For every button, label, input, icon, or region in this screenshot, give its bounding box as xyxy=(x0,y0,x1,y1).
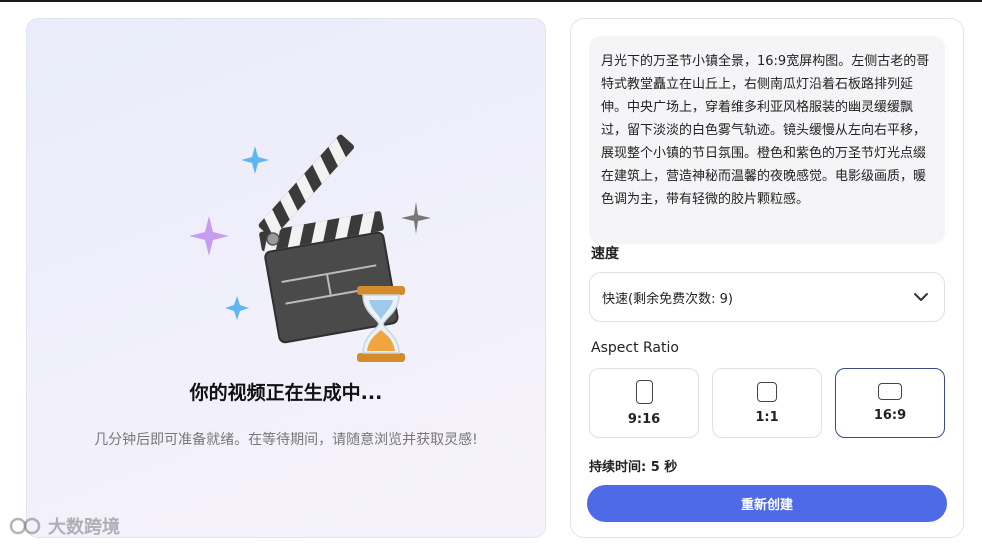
speed-selected-value: 快速(剩余免费次数: 9) xyxy=(602,291,733,307)
chevron-down-icon xyxy=(914,293,928,301)
recreate-button[interactable]: 重新创建 xyxy=(587,485,947,522)
landscape-ratio-icon xyxy=(878,383,902,400)
aspect-ratio-label: Aspect Ratio xyxy=(591,340,679,356)
watermark-logo-icon xyxy=(9,517,41,535)
generating-status-title: 你的视频正在生成中... xyxy=(189,382,383,404)
watermark: 大数跨境 xyxy=(8,513,120,539)
video-settings-panel: 月光下的万圣节小镇全景，16:9宽屏构图。左侧古老的哥特式教堂矗立在山丘上，右侧… xyxy=(570,18,964,538)
speed-label: 速度 xyxy=(591,246,619,262)
prompt-text: 月光下的万圣节小镇全景，16:9宽屏构图。左侧古老的哥特式教堂矗立在山丘上，右侧… xyxy=(601,54,930,207)
generating-status-subtitle: 几分钟后即可准备就绪。在等待期间，请随意浏览并获取灵感! xyxy=(94,432,478,448)
aspect-ratio-option-label: 9:16 xyxy=(627,411,661,427)
square-ratio-icon xyxy=(757,381,777,402)
prompt-textarea[interactable]: 月光下的万圣节小镇全景，16:9宽屏构图。左侧古老的哥特式教堂矗立在山丘上，右侧… xyxy=(589,36,945,244)
aspect-ratio-options: 9:16 1:1 16:9 xyxy=(589,368,945,438)
speed-select[interactable]: 快速(剩余免费次数: 9) xyxy=(589,272,945,322)
aspect-ratio-option-1-1[interactable]: 1:1 xyxy=(712,368,822,438)
aspect-ratio-option-9-16[interactable]: 9:16 xyxy=(589,368,699,438)
video-preview-panel: 你的视频正在生成中... 几分钟后即可准备就绪。在等待期间，请随意浏览并获取灵感… xyxy=(26,18,546,538)
watermark-text: 大数跨境 xyxy=(48,517,120,538)
aspect-ratio-option-label: 1:1 xyxy=(755,409,779,425)
top-divider xyxy=(0,0,982,2)
aspect-ratio-option-label: 16:9 xyxy=(873,408,907,423)
duration-text: 持续时间: 5 秒 xyxy=(589,460,678,475)
portrait-ratio-icon xyxy=(635,379,653,404)
video-generating-illustration xyxy=(189,134,431,362)
aspect-ratio-option-16-9[interactable]: 16:9 xyxy=(835,368,945,438)
